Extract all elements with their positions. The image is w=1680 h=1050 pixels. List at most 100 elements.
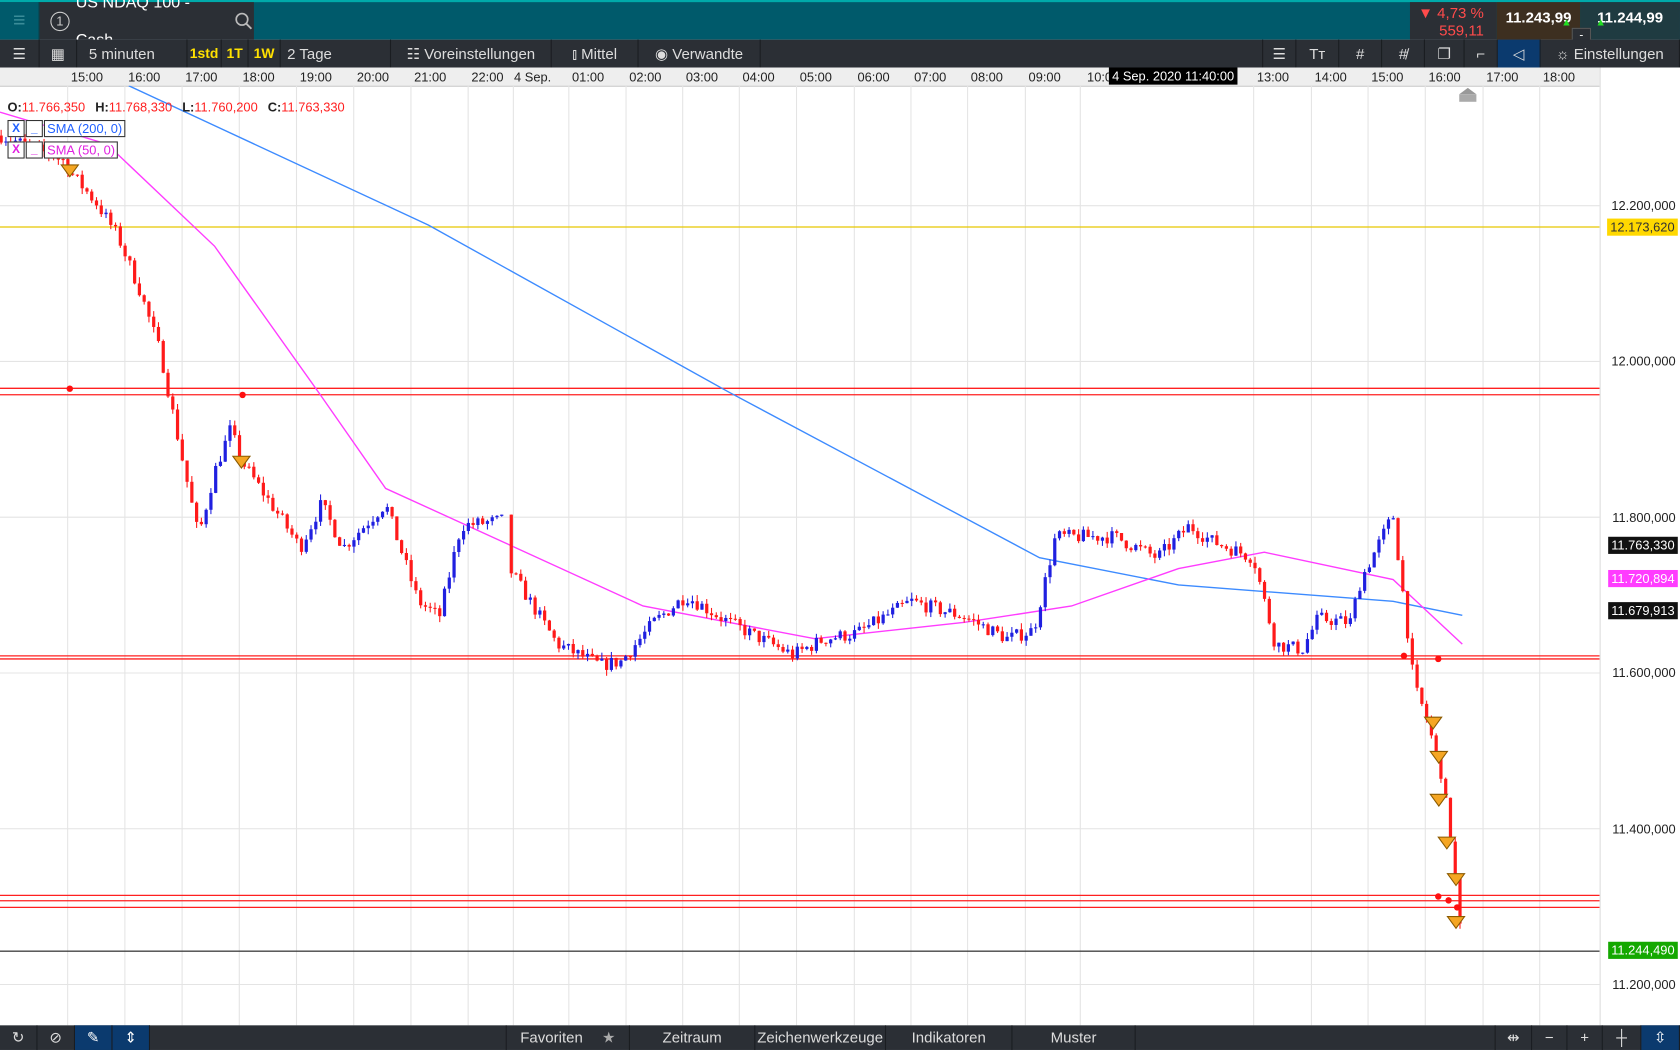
candle-body bbox=[929, 600, 933, 613]
candle-body bbox=[1119, 533, 1124, 541]
low-label: L: bbox=[182, 99, 195, 115]
candle-body bbox=[1372, 552, 1376, 568]
candle-body bbox=[862, 626, 866, 628]
zoom-in-button[interactable]: + bbox=[1567, 1025, 1603, 1050]
candle-body bbox=[1234, 546, 1238, 556]
buy-price-button[interactable]: 11.244,99 ▲ bbox=[1580, 2, 1680, 40]
text-size-button[interactable]: Tт bbox=[1296, 39, 1340, 68]
candle-body bbox=[552, 630, 556, 638]
search-icon[interactable] bbox=[235, 11, 254, 30]
interval-select[interactable]: 5 minuten bbox=[77, 39, 188, 68]
crosshair-icon: ┼ bbox=[1616, 1028, 1627, 1046]
candle-body bbox=[1072, 529, 1076, 535]
patterns-button[interactable]: Muster bbox=[1012, 1025, 1136, 1050]
candle-body bbox=[1248, 559, 1252, 563]
sma200-label[interactable]: SMA (200, 0) bbox=[43, 119, 126, 138]
candle-body bbox=[876, 616, 880, 624]
list-button[interactable]: ☰ bbox=[0, 39, 40, 68]
candle-body bbox=[247, 466, 251, 468]
candle-body bbox=[161, 341, 165, 373]
candle-body bbox=[681, 600, 685, 606]
favorites-button[interactable]: Favoriten ★ bbox=[505, 1025, 630, 1050]
candle-body bbox=[109, 212, 113, 225]
time-tick-label: 03:00 bbox=[685, 69, 719, 85]
candle-body bbox=[953, 608, 957, 617]
time-tick-label: 22:00 bbox=[471, 69, 504, 85]
quick-1std[interactable]: 1std bbox=[187, 39, 222, 68]
windows-button[interactable]: ❐ bbox=[1425, 39, 1465, 68]
period-button[interactable]: Zeitraum bbox=[630, 1025, 756, 1050]
candle-body bbox=[1239, 546, 1243, 554]
candle-body bbox=[609, 657, 613, 670]
candle-body bbox=[790, 649, 795, 659]
candle-body bbox=[1215, 535, 1219, 545]
candle-body bbox=[666, 613, 671, 616]
candle-body bbox=[338, 537, 342, 546]
crosshair-toggle[interactable]: ┼ bbox=[1603, 1025, 1642, 1050]
candle-body bbox=[156, 326, 161, 342]
remove-sma200-button[interactable]: X bbox=[7, 119, 25, 138]
scale-button[interactable]: ☰ bbox=[1262, 39, 1297, 68]
candle-body bbox=[295, 534, 299, 539]
candle-body bbox=[995, 626, 1000, 632]
candle-body bbox=[547, 620, 552, 631]
fit-icon: ⇹ bbox=[1507, 1028, 1520, 1046]
related-button[interactable]: ◉ Verwandte bbox=[639, 39, 761, 68]
range-select[interactable]: 2 Tage bbox=[281, 39, 392, 68]
layout-button[interactable]: ▦ bbox=[40, 39, 78, 68]
candle-body bbox=[838, 631, 842, 639]
grid-button[interactable]: # bbox=[1339, 39, 1383, 68]
refresh-button[interactable]: ↻ bbox=[0, 1025, 38, 1050]
candle-body bbox=[404, 552, 408, 561]
chart-style-button[interactable]: ⫾ Mittel bbox=[552, 39, 639, 68]
candle-body bbox=[314, 521, 318, 530]
candle-body bbox=[323, 500, 327, 506]
sma50-label[interactable]: SMA (50, 0) bbox=[43, 141, 119, 159]
drawing-tools-button[interactable]: Zeichenwerkzeuge bbox=[755, 1025, 887, 1050]
quick-1t[interactable]: 1T bbox=[222, 39, 249, 68]
presets-button[interactable]: ☷ Voreinstellungen bbox=[391, 39, 552, 68]
candle-body bbox=[1453, 841, 1457, 879]
candle-body bbox=[471, 522, 475, 526]
remove-sma50-button[interactable]: X bbox=[7, 141, 25, 159]
quick-1w[interactable]: 1W bbox=[249, 39, 281, 68]
candle-body bbox=[1415, 664, 1419, 688]
candle-body bbox=[595, 655, 599, 661]
menu-button[interactable]: ≡ bbox=[0, 2, 40, 40]
time-tick-label: 05:00 bbox=[799, 69, 832, 85]
candle-body bbox=[1062, 531, 1066, 534]
price-tag-button[interactable]: ◁ bbox=[1497, 39, 1541, 68]
scroll-to-end-button[interactable] bbox=[1459, 94, 1477, 102]
price-chart[interactable] bbox=[0, 85, 1600, 1026]
candle-body bbox=[1053, 538, 1057, 566]
alert-dot bbox=[1435, 655, 1442, 663]
scale-toggle-button[interactable]: ⇕ bbox=[112, 1025, 150, 1050]
instrument-tab[interactable]: 1 US NDAQ 100 - Cash bbox=[39, 0, 254, 49]
grid-color-button[interactable]: #̸ bbox=[1382, 39, 1425, 68]
candle-body bbox=[1324, 612, 1329, 622]
candle-body bbox=[614, 657, 618, 667]
minimize-sma50-button[interactable]: _ bbox=[25, 141, 43, 159]
crosshair-button[interactable]: ⌐ bbox=[1465, 39, 1498, 68]
candle-body bbox=[647, 621, 652, 632]
candle-body bbox=[1205, 537, 1209, 542]
minimize-sma200-button[interactable]: _ bbox=[25, 119, 43, 138]
sell-price-button[interactable]: 11.243,99 ▲ bbox=[1496, 2, 1581, 40]
zoom-out-button[interactable]: − bbox=[1532, 1025, 1568, 1050]
time-axis[interactable]: 15:00 16:00 17:00 18:00 19:00 20:00 21:00 22:00… bbox=[0, 67, 1600, 87]
candle-body bbox=[290, 528, 294, 535]
candle-body bbox=[1153, 553, 1157, 558]
draw-button[interactable]: ✎ bbox=[74, 1025, 113, 1050]
indicators-button[interactable]: Indikatoren bbox=[886, 1025, 1013, 1050]
candle-body bbox=[218, 461, 223, 466]
time-tick-label: 06:00 bbox=[857, 69, 890, 85]
alert-dot bbox=[239, 391, 246, 399]
clear-button[interactable]: ⊘ bbox=[37, 1025, 75, 1050]
fit-button[interactable]: ⇹ bbox=[1494, 1025, 1533, 1050]
candle-body bbox=[633, 645, 637, 657]
settings-button[interactable]: ☼ Einstellungen bbox=[1541, 39, 1680, 68]
time-tick-label: 20:00 bbox=[356, 69, 390, 85]
candle-body bbox=[1253, 562, 1257, 569]
favorites-label: Favoriten bbox=[520, 1028, 583, 1046]
vertical-scale-button[interactable]: ⇳ bbox=[1641, 1025, 1680, 1050]
